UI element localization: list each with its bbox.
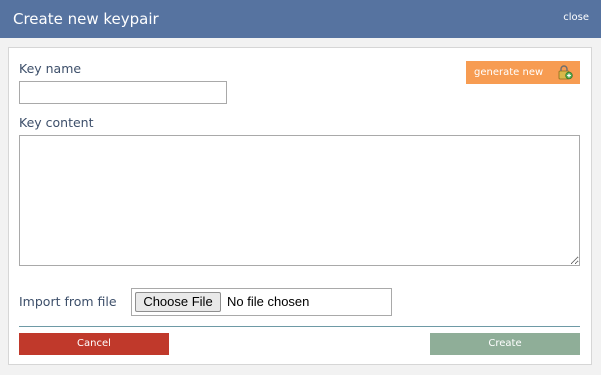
file-input[interactable]: Choose File No file chosen [131,288,392,316]
key-name-input[interactable] [19,81,227,104]
create-keypair-dialog: Create new keypair close Key name genera… [0,0,601,375]
create-button[interactable]: Create [430,333,580,355]
import-file-label: Import from file [19,294,117,309]
key-name-label: Key name [19,61,82,76]
form-divider [19,326,580,327]
close-link[interactable]: close [563,12,589,23]
key-lock-icon [558,65,573,80]
choose-file-button[interactable]: Choose File [135,292,221,312]
generate-new-label: generate new [474,67,544,78]
cancel-button[interactable]: Cancel [19,333,169,355]
dialog-titlebar: Create new keypair close [0,0,601,38]
key-content-textarea[interactable] [19,135,580,266]
generate-new-button[interactable]: generate new [466,61,580,84]
form-panel: Key name generate new Key content Import… [8,47,592,365]
file-status-text: No file chosen [227,294,310,309]
key-content-label: Key content [19,115,94,130]
dialog-title: Create new keypair [13,10,159,28]
